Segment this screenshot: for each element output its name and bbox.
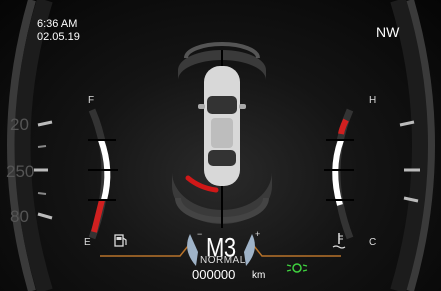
- upshift-label: +: [255, 229, 261, 239]
- speedometer-tick-label: 80: [10, 207, 29, 226]
- tachometer-dial: [390, 0, 435, 291]
- fuel-empty-label: E: [84, 237, 91, 248]
- drive-mode: NORMAL: [200, 255, 246, 266]
- coolant-temperature-icon: [332, 233, 346, 249]
- temp-hot-label: H: [369, 95, 377, 106]
- speedometer-tick-label: 20: [10, 115, 29, 134]
- parking-lights-icon: [286, 263, 308, 273]
- speedometer-tick-label: 250: [6, 162, 35, 181]
- fuel-gauge-bar: [88, 108, 118, 240]
- odometer-unit: km: [252, 270, 266, 281]
- temp-gauge-bar: [324, 108, 354, 240]
- fuel-full-label: F: [88, 95, 95, 106]
- speedometer-dial: [7, 0, 53, 291]
- instrument-cluster: 20 250 80 6:36 AM 02.05.19 NW F E H C − …: [0, 0, 441, 291]
- downshift-label: −: [197, 229, 203, 239]
- fuel-pump-icon: [114, 234, 127, 247]
- clock-time: 6:36 AM: [37, 18, 78, 30]
- odometer-value: 000000: [192, 267, 236, 282]
- car-top-view-icon: [198, 66, 246, 186]
- compass-heading: NW: [376, 24, 400, 40]
- clock-date: 02.05.19: [37, 31, 80, 43]
- temp-cold-label: C: [369, 237, 377, 248]
